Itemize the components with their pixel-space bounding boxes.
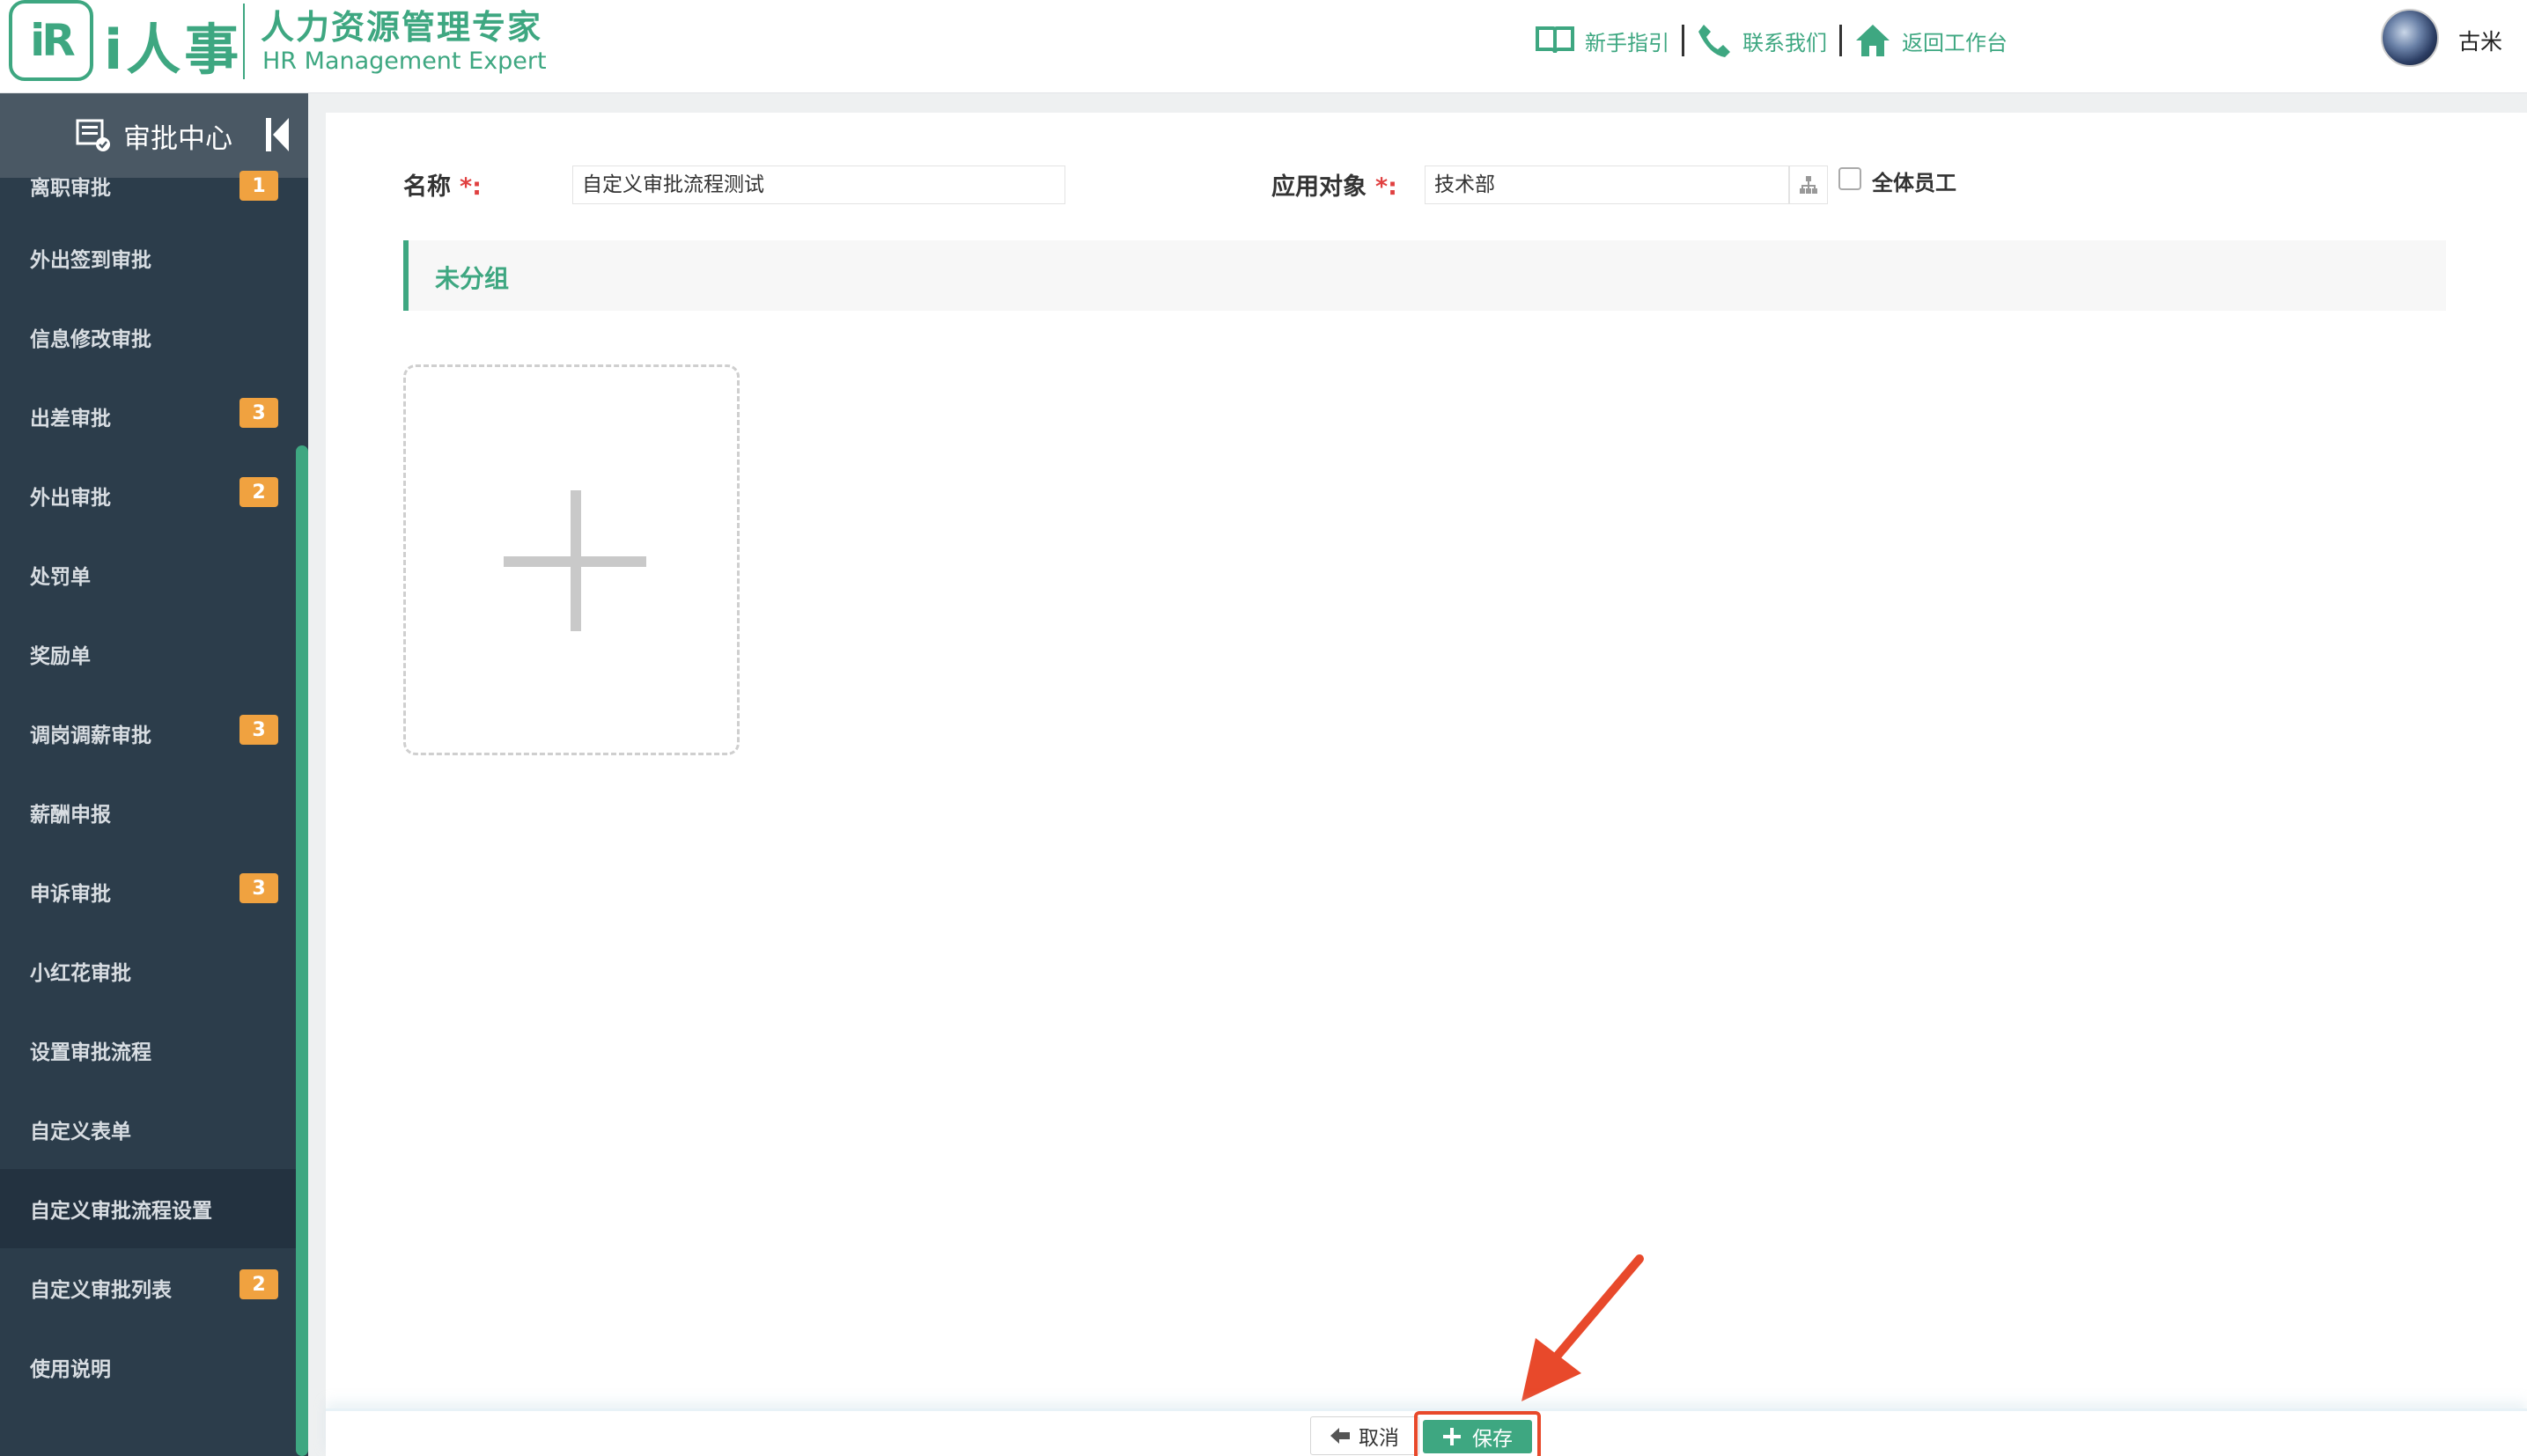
count-badge: 2 <box>239 1269 278 1299</box>
count-badge: 1 <box>239 171 278 201</box>
home-link-label: 返回工作台 <box>1902 30 2008 55</box>
plus-icon <box>1443 1428 1461 1445</box>
sidebar-item-label: 信息修改审批 <box>30 328 151 351</box>
org-tree-icon <box>1800 176 1817 194</box>
sidebar-item[interactable]: 奖励单 <box>0 614 296 694</box>
name-label: 名称 *: <box>403 173 482 201</box>
header-separator <box>1682 25 1684 56</box>
header-links: 新手指引 联系我们 返回工作台 <box>1536 23 2008 58</box>
sidebar-item[interactable]: 自定义审批列表 2 <box>0 1248 296 1327</box>
sidebar-item[interactable]: 处罚单 <box>0 535 296 614</box>
target-input[interactable]: 技术部 <box>1425 165 1789 204</box>
sidebar-item[interactable]: 信息修改审批 <box>0 298 296 377</box>
org-picker-button[interactable] <box>1789 165 1828 204</box>
book-icon <box>1536 26 1574 54</box>
sidebar-item-label: 外出签到审批 <box>30 249 151 272</box>
sidebar-item[interactable]: 自定义表单 <box>0 1090 296 1169</box>
count-badge: 3 <box>239 715 278 745</box>
count-badge: 3 <box>239 873 278 903</box>
logo-tagline-en: HR Management Expert <box>262 48 547 75</box>
sidebar-item-label: 调岗调薪审批 <box>30 724 151 747</box>
logo-tagline-cn: 人力资源管理专家 <box>261 8 543 47</box>
logo-mark: iR <box>9 0 93 81</box>
collapse-sidebar-icon[interactable] <box>264 114 291 155</box>
action-footer: 取消 保存 <box>326 1408 2527 1456</box>
sidebar-header: 审批中心 <box>0 93 308 178</box>
sidebar: 审批中心 离职审批 1 外出签到审批 信息修改审批 出差审批 3 外出审批 2 处罚单奖励单调岗… <box>0 93 308 1456</box>
sidebar-title: 审批中心 <box>123 122 232 155</box>
sidebar-item[interactable]: 出差审批 3 <box>0 377 296 456</box>
count-badge: 3 <box>239 398 278 428</box>
sidebar-item-label: 小红花审批 <box>30 962 131 985</box>
cancel-button-label: 取消 <box>1359 1427 1399 1450</box>
phone-icon <box>1698 25 1730 57</box>
sidebar-item-label: 使用说明 <box>30 1358 111 1381</box>
sidebar-item[interactable]: 薪酬申报 <box>0 773 296 852</box>
all-staff-checkbox[interactable] <box>1838 167 1861 190</box>
all-staff-label: 全体员工 <box>1872 171 1956 195</box>
cancel-button[interactable]: 取消 <box>1310 1416 1419 1455</box>
sidebar-item[interactable]: 外出签到审批 <box>0 218 296 298</box>
sidebar-item-label: 外出审批 <box>30 487 111 510</box>
contact-link-label: 联系我们 <box>1742 30 1827 55</box>
sidebar-item[interactable]: 小红花审批 <box>0 931 296 1011</box>
sidebar-item[interactable]: 外出审批 2 <box>0 456 296 535</box>
sidebar-item-label: 自定义表单 <box>30 1121 131 1143</box>
contact-link[interactable]: 联系我们 <box>1697 23 1827 58</box>
name-input[interactable]: 自定义审批流程测试 <box>572 165 1065 204</box>
save-button-label: 保存 <box>1472 1428 1513 1451</box>
sidebar-item-label: 设置审批流程 <box>30 1041 151 1064</box>
sidebar-item-label: 奖励单 <box>30 645 91 668</box>
sidebar-item-label: 申诉审批 <box>30 883 111 906</box>
header-separator <box>1839 25 1842 56</box>
sidebar-item[interactable]: 使用说明 <box>0 1327 296 1407</box>
count-badge: 2 <box>239 477 278 507</box>
save-button-highlight: 保存 <box>1414 1411 1541 1456</box>
group-title: 未分组 <box>435 264 510 293</box>
pointer-arrow-annotation <box>1521 1254 1644 1401</box>
sidebar-item[interactable]: 自定义审批流程设置 <box>0 1169 296 1248</box>
sidebar-item[interactable]: 设置审批流程 <box>0 1011 296 1090</box>
group-header: 未分组 <box>403 240 2446 311</box>
back-arrow-icon <box>1330 1428 1350 1444</box>
home-link[interactable]: 返回工作台 <box>1854 23 2008 58</box>
guide-link-label: 新手指引 <box>1585 30 1669 55</box>
sidebar-item[interactable]: 调岗调薪审批 3 <box>0 694 296 773</box>
home-icon <box>1856 25 1890 56</box>
sidebar-item[interactable]: 申诉审批 3 <box>0 852 296 931</box>
sidebar-item-label: 自定义审批流程设置 <box>30 1200 212 1223</box>
logo-name: i人事 <box>104 18 243 82</box>
top-header: iR i人事 人力资源管理专家 HR Management Expert 新手指… <box>0 0 2527 93</box>
add-approver-card[interactable] <box>403 364 740 755</box>
logo-divider <box>243 4 245 79</box>
sidebar-item-label: 出差审批 <box>30 408 111 430</box>
save-button[interactable]: 保存 <box>1423 1420 1532 1453</box>
approval-icon <box>76 119 110 151</box>
guide-link[interactable]: 新手指引 <box>1536 25 1669 56</box>
sidebar-scrollbar[interactable] <box>296 445 308 1456</box>
main-panel: 名称 *: 自定义审批流程测试 应用对象 *: 技术部 全体员工 未分组 <box>326 113 2527 1456</box>
sidebar-item-label: 处罚单 <box>30 566 91 589</box>
sidebar-item-label: 离职审批 <box>30 177 111 200</box>
username[interactable]: 古米 <box>2458 25 2502 56</box>
target-label: 应用对象 *: <box>1271 173 1397 201</box>
plus-icon <box>504 556 646 567</box>
sidebar-item-label: 薪酬申报 <box>30 804 111 827</box>
sidebar-item[interactable]: 离职审批 1 <box>0 171 296 215</box>
sidebar-item-label: 自定义审批列表 <box>30 1279 172 1302</box>
avatar[interactable] <box>2381 9 2439 67</box>
